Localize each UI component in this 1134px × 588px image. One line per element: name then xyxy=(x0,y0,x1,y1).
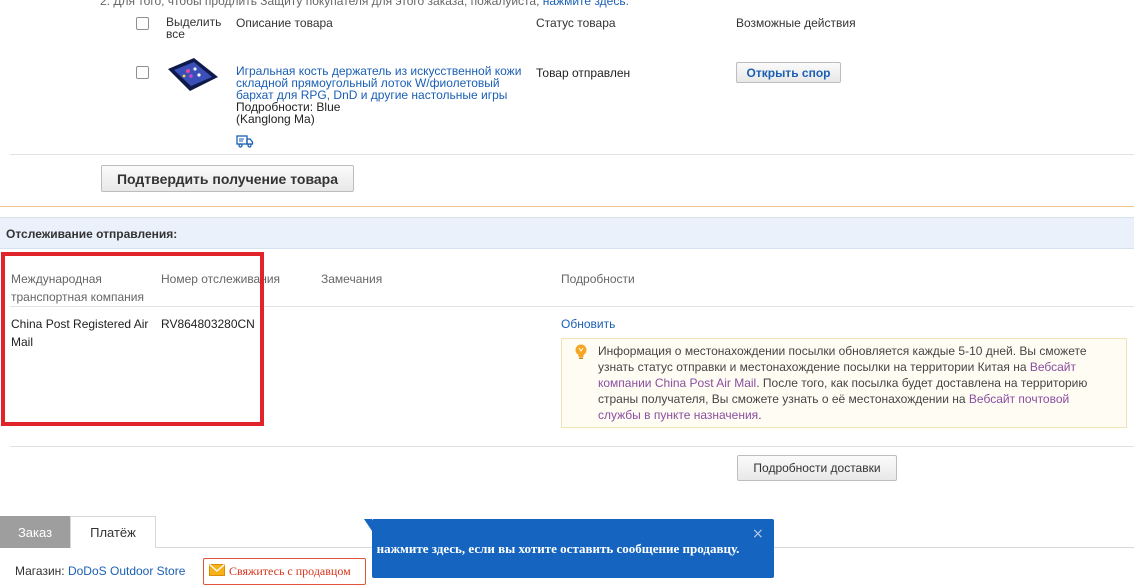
close-icon[interactable]: × xyxy=(752,526,764,542)
message-seller-tooltip[interactable]: нажмите здесь, если вы хотите оставить с… xyxy=(372,519,774,578)
contact-seller-button[interactable]: Свяжитесь с продавцом xyxy=(203,558,366,585)
contact-seller-label: Свяжитесь с продавцом xyxy=(229,564,351,578)
product-thumbnail[interactable] xyxy=(164,57,220,93)
select-all-checkbox[interactable] xyxy=(136,17,149,30)
tab-order[interactable]: Заказ xyxy=(0,516,70,548)
tracking-info-text: Информация о местонахождении посылки обн… xyxy=(598,343,1098,423)
store-name-link[interactable]: DoDoS Outdoor Store xyxy=(68,564,185,578)
item-status: Товар отправлен xyxy=(536,66,631,80)
description-header: Описание товара xyxy=(236,16,333,30)
item-checkbox[interactable] xyxy=(136,66,149,79)
select-all-header: Выделить все xyxy=(166,15,222,41)
buyer-protection-link[interactable]: нажмите здесь xyxy=(543,0,626,8)
open-dispute-button[interactable]: Открыть спор xyxy=(736,62,841,83)
tracking-section-title: Отслеживание отправления: xyxy=(6,227,178,241)
divider xyxy=(10,446,1134,447)
lightbulb-icon xyxy=(575,344,587,360)
actions-header: Возможные действия xyxy=(736,16,856,30)
product-seller-name: (Kanglong Ma) xyxy=(236,112,315,126)
section-divider xyxy=(0,206,1134,207)
refresh-tracking-link[interactable]: Обновить xyxy=(561,315,615,333)
store-info: Магазин: DoDoS Outdoor Store xyxy=(15,564,185,578)
product-details: Подробности: Blue (Kanglong Ma) xyxy=(236,101,340,125)
divider xyxy=(10,154,1134,155)
product-title-link[interactable]: Игральная кость держатель из искусственн… xyxy=(236,65,531,101)
info-text-3: . xyxy=(758,408,762,422)
info-text-1: Информация о местонахождении посылки обн… xyxy=(598,344,1087,374)
confirm-receipt-button[interactable]: Подтвердить получение товара xyxy=(101,165,354,192)
truck-icon[interactable] xyxy=(236,134,254,148)
tooltip-arrow xyxy=(364,519,372,531)
tooltip-text: нажмите здесь, если вы хотите оставить с… xyxy=(376,540,740,556)
buyer-protection-note: 2. Для того, чтобы продлить Защиту покуп… xyxy=(100,0,629,8)
status-header: Статус товара xyxy=(536,16,616,30)
tab-payment[interactable]: Платёж xyxy=(70,516,156,548)
buyer-protection-note-text: 2. Для того, чтобы продлить Защиту покуп… xyxy=(100,0,543,8)
highlight-box xyxy=(1,252,264,426)
delivery-details-button[interactable]: Подробности доставки xyxy=(737,455,897,481)
envelope-icon xyxy=(209,563,225,580)
details-header: Подробности xyxy=(561,272,635,286)
remarks-header: Замечания xyxy=(321,272,383,286)
store-label: Магазин: xyxy=(15,564,68,578)
buyer-protection-note-end: . xyxy=(625,0,629,8)
